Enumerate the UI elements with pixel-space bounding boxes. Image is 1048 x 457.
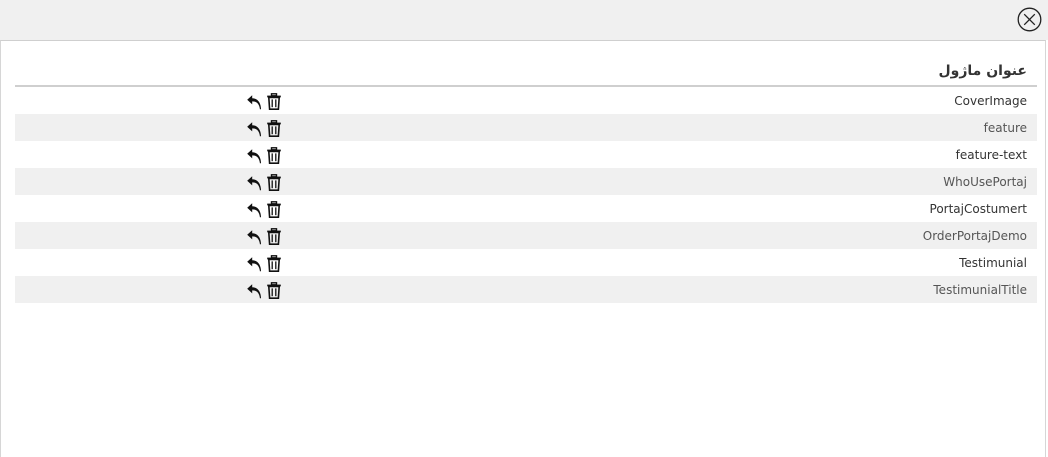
row-actions [246,146,282,164]
row-label: CoverImage [954,94,1027,108]
row-actions [246,227,282,245]
trash-icon[interactable] [266,146,282,164]
reply-icon[interactable] [246,147,262,164]
table-row: CoverImage [15,87,1037,114]
reply-icon[interactable] [246,120,262,137]
row-label: TestimunialTitle [933,283,1027,297]
dialog-titlebar [0,0,1048,40]
table-row: WhoUsePortaj [15,168,1037,195]
trash-icon[interactable] [266,254,282,272]
modules-table: عنوان ماژول CoverImage feature feature-t… [15,60,1037,303]
row-label: feature [983,121,1027,135]
reply-icon[interactable] [246,282,262,299]
trash-icon[interactable] [266,227,282,245]
trash-icon[interactable] [266,173,282,191]
reply-icon[interactable] [246,255,262,272]
trash-icon[interactable] [266,92,282,110]
row-actions [246,173,282,191]
table-row: PortajCostumert [15,195,1037,222]
table-row: OrderPortajDemo [15,222,1037,249]
row-actions [246,92,282,110]
reply-icon[interactable] [246,201,262,218]
trash-icon[interactable] [266,119,282,137]
trash-icon[interactable] [266,281,282,299]
dialog-body: عنوان ماژول CoverImage feature feature-t… [0,40,1046,457]
reply-icon[interactable] [246,174,262,191]
reply-icon[interactable] [246,93,262,110]
row-actions [246,281,282,299]
row-label: WhoUsePortaj [943,175,1027,189]
row-actions [246,200,282,218]
table-row: TestimunialTitle [15,276,1037,303]
close-icon[interactable] [1017,7,1042,32]
row-actions [246,254,282,272]
table-header: عنوان ماژول [15,60,1037,87]
column-title-module: عنوان ماژول [938,63,1027,79]
row-label: PortajCostumert [929,202,1027,216]
table-row: Testimunial [15,249,1037,276]
table-row: feature-text [15,141,1037,168]
row-label: feature-text [955,148,1027,162]
row-label: Testimunial [959,256,1027,270]
table-row: feature [15,114,1037,141]
reply-icon[interactable] [246,228,262,245]
row-label: OrderPortajDemo [922,229,1027,243]
trash-icon[interactable] [266,200,282,218]
row-actions [246,119,282,137]
